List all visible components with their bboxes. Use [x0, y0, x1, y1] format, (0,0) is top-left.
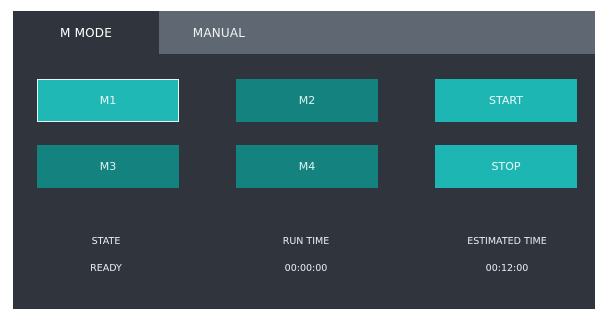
- m1-button[interactable]: M1: [37, 79, 179, 122]
- tab-m-mode[interactable]: M MODE: [13, 11, 159, 54]
- tab-manual[interactable]: MANUAL: [159, 11, 279, 54]
- estimated-time-label: ESTIMATED TIME: [467, 236, 547, 247]
- run-time-label: RUN TIME: [282, 236, 330, 247]
- m2-button[interactable]: M2: [236, 79, 378, 122]
- m4-button[interactable]: M4: [236, 145, 378, 188]
- estimated-time-value: 00:12:00: [485, 263, 529, 274]
- m3-button[interactable]: M3: [37, 145, 179, 188]
- start-button[interactable]: START: [435, 79, 577, 122]
- state-value: READY: [90, 263, 122, 274]
- stop-button[interactable]: STOP: [435, 145, 577, 188]
- run-time-value: 00:00:00: [284, 263, 328, 274]
- control-panel: M MODE MANUAL M1 M2 START M3 M4 STOP STA…: [13, 11, 595, 309]
- tab-bar: M MODE MANUAL: [13, 11, 595, 54]
- state-label: STATE: [91, 236, 121, 247]
